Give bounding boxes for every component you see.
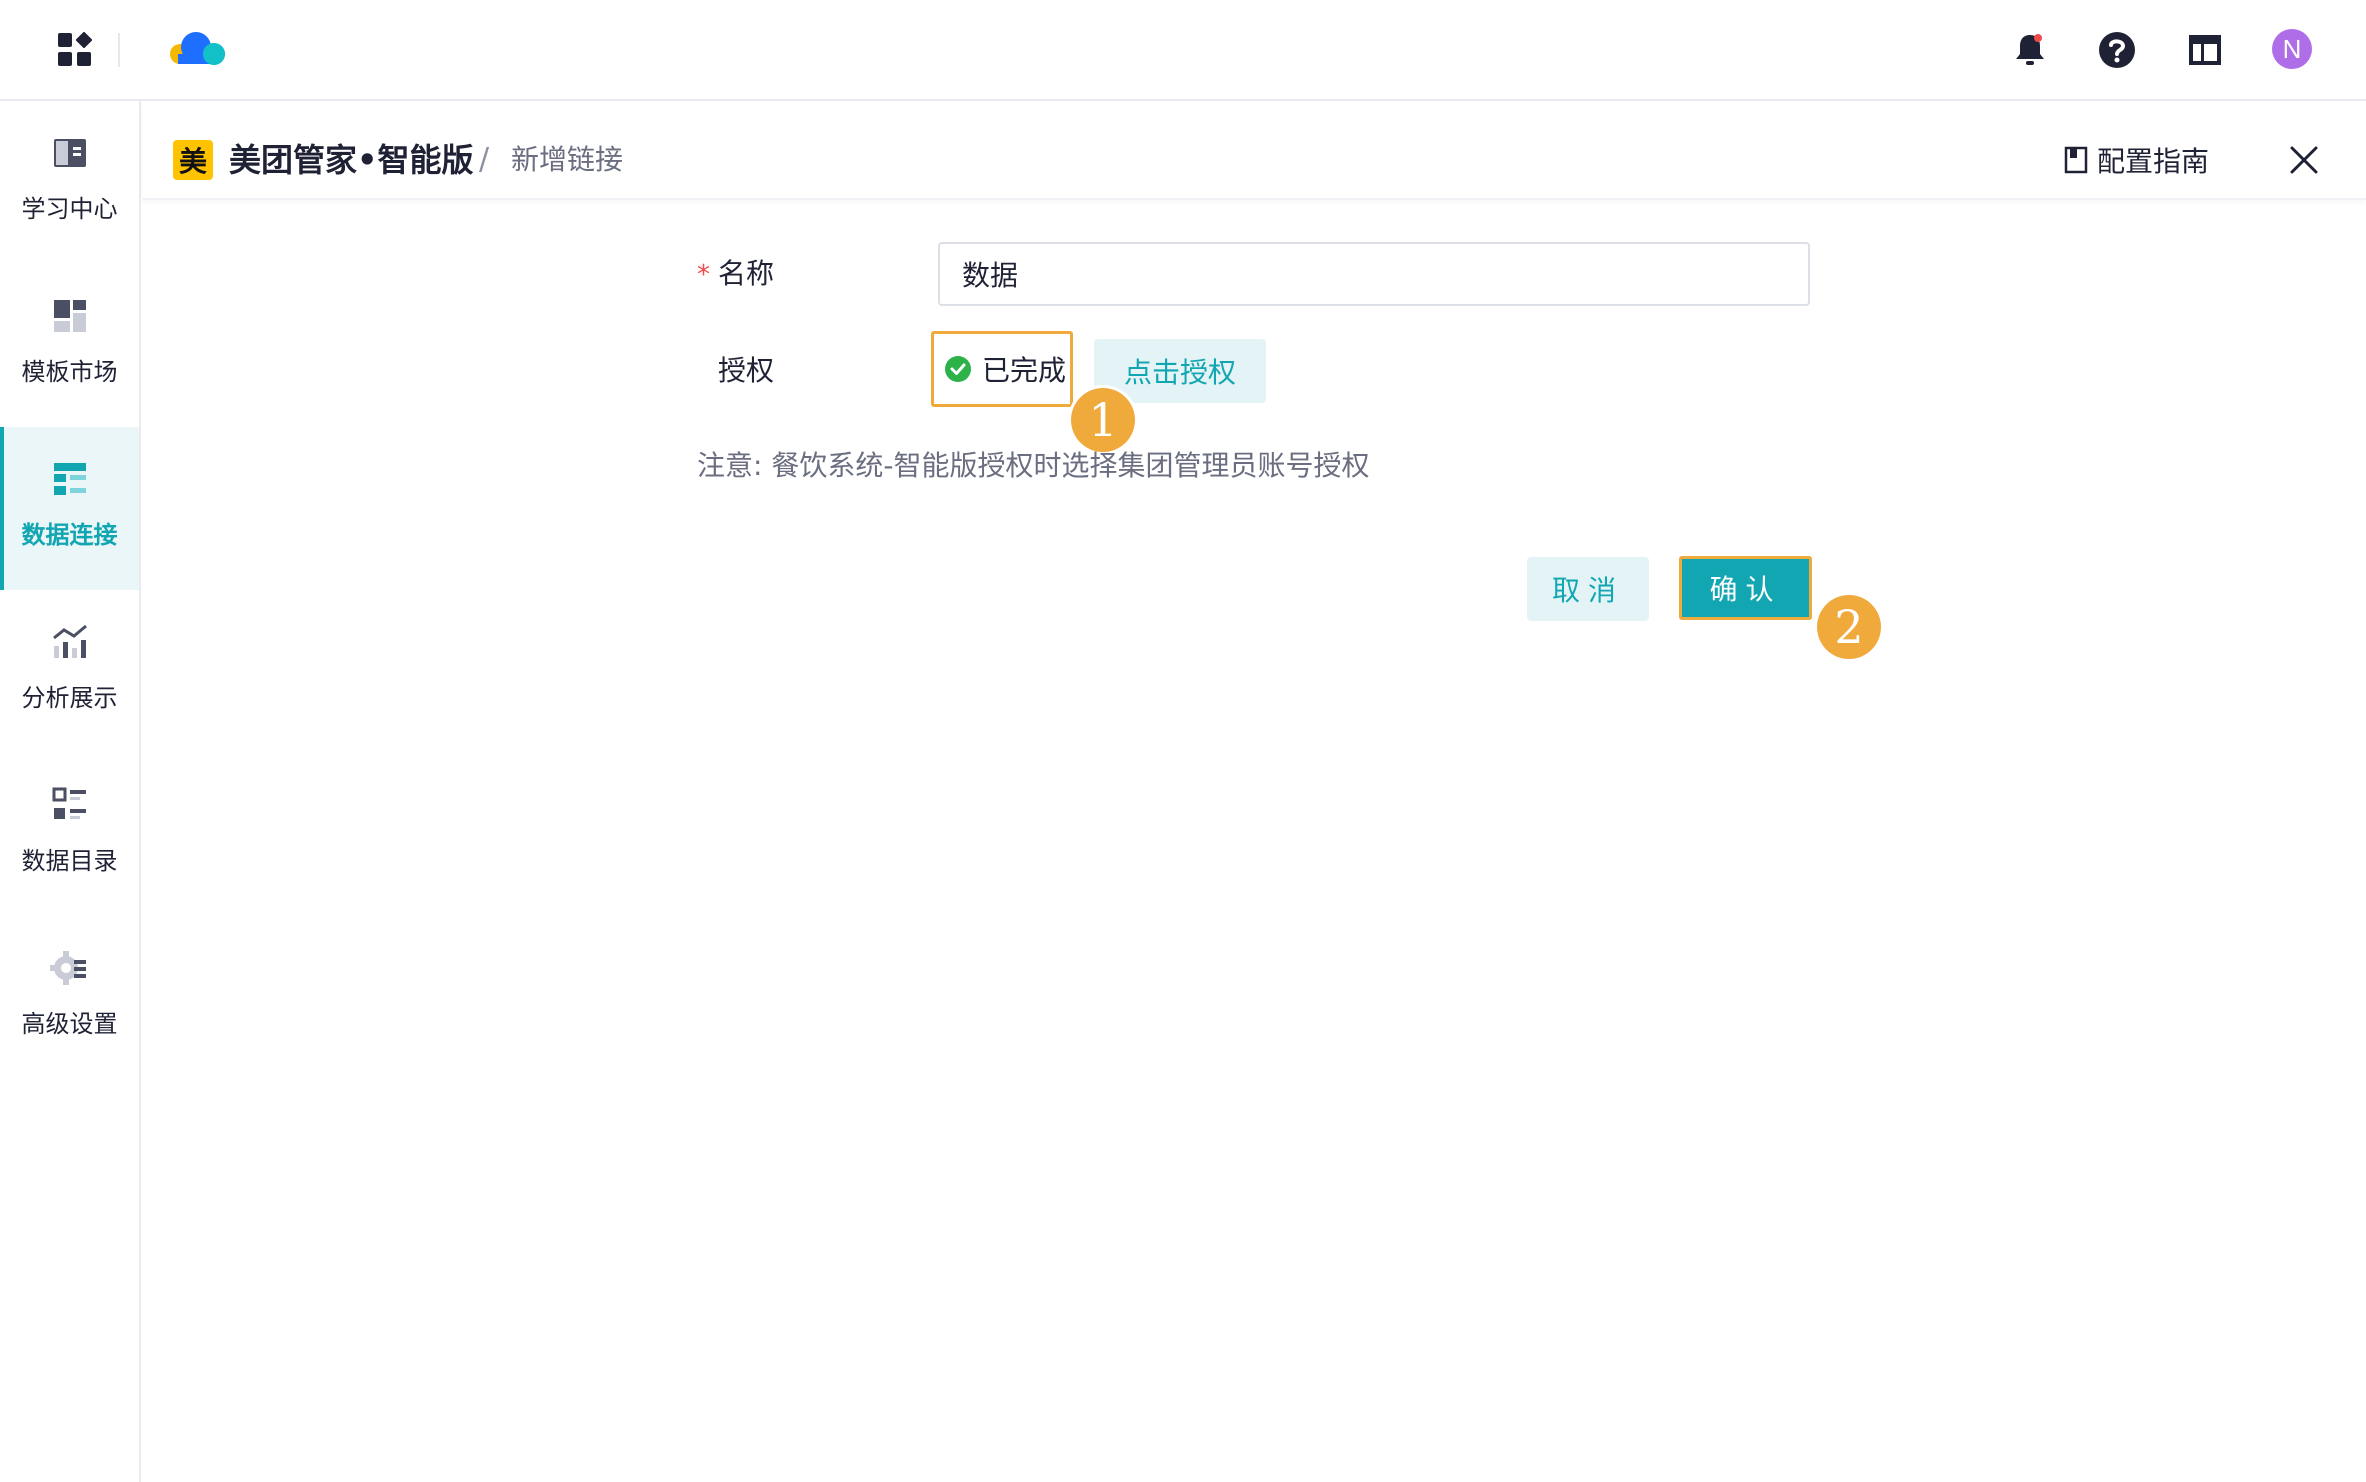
catalog-icon	[52, 787, 86, 819]
sidebar-item-data-catalog[interactable]: 数据目录	[0, 753, 139, 916]
breadcrumb: 新增链接	[511, 143, 624, 176]
check-circle-icon	[945, 356, 971, 382]
book-icon	[53, 139, 86, 167]
breadcrumb-separator: /	[479, 142, 490, 177]
auth-note: 注意: 餐饮系统-智能版授权时选择集团管理员账号授权	[697, 449, 1370, 482]
template-icon	[53, 300, 86, 332]
apps-icon[interactable]	[56, 31, 94, 69]
layout-icon[interactable]	[2185, 30, 2225, 70]
sidebar-item-learning-center[interactable]: 学习中心	[0, 101, 139, 264]
sidebar-item-data-connection[interactable]: 数据连接	[0, 427, 139, 590]
sidebar-item-analysis[interactable]: 分析展示	[0, 590, 139, 753]
sidebar-item-label: 分析展示	[21, 684, 118, 712]
config-guide-label: 配置指南	[2097, 145, 2210, 178]
page-header: 美 美团管家•智能版 / 新增链接 配置指南	[143, 101, 2366, 200]
sidebar-item-advanced-settings[interactable]: 高级设置	[0, 916, 139, 1079]
analysis-icon	[52, 624, 87, 658]
topbar-divider	[118, 33, 120, 67]
page-title: 美团管家•智能版	[229, 141, 474, 179]
sidebar-item-label: 高级设置	[21, 1010, 118, 1038]
sidebar-item-label: 模板市场	[21, 358, 118, 386]
sidebar: 学习中心 模板市场 数据连接 分析展示 数据目录 高级设置	[0, 101, 141, 1482]
sidebar-item-label: 数据连接	[21, 521, 118, 549]
bell-icon[interactable]	[2010, 30, 2050, 70]
guide-book-icon	[2064, 146, 2088, 174]
meituan-logo: 美	[173, 140, 213, 180]
step-marker-2: 2	[1817, 595, 1881, 659]
cloud-logo[interactable]	[166, 28, 232, 70]
top-bar: N	[0, 0, 2366, 101]
close-icon[interactable]	[2287, 143, 2321, 177]
confirm-button[interactable]: 确认	[1679, 556, 1812, 620]
avatar[interactable]: N	[2272, 29, 2312, 69]
cancel-button[interactable]: 取消	[1527, 557, 1649, 621]
help-icon[interactable]	[2097, 30, 2137, 70]
sidebar-item-label: 数据目录	[21, 847, 118, 875]
settings-icon	[49, 951, 86, 985]
name-input[interactable]	[938, 242, 1810, 306]
auth-label: 授权	[718, 354, 775, 387]
required-mark: *	[697, 260, 710, 290]
data-connect-icon	[53, 463, 86, 495]
sidebar-item-template-market[interactable]: 模板市场	[0, 264, 139, 427]
sidebar-item-label: 学习中心	[21, 195, 118, 223]
step-marker-1: 1	[1071, 388, 1135, 452]
auth-status-text: 已完成	[982, 354, 1067, 387]
auth-status-badge: 已完成	[931, 331, 1073, 407]
name-label: * 名称	[697, 257, 775, 290]
config-guide-link[interactable]: 配置指南	[2063, 140, 2209, 180]
